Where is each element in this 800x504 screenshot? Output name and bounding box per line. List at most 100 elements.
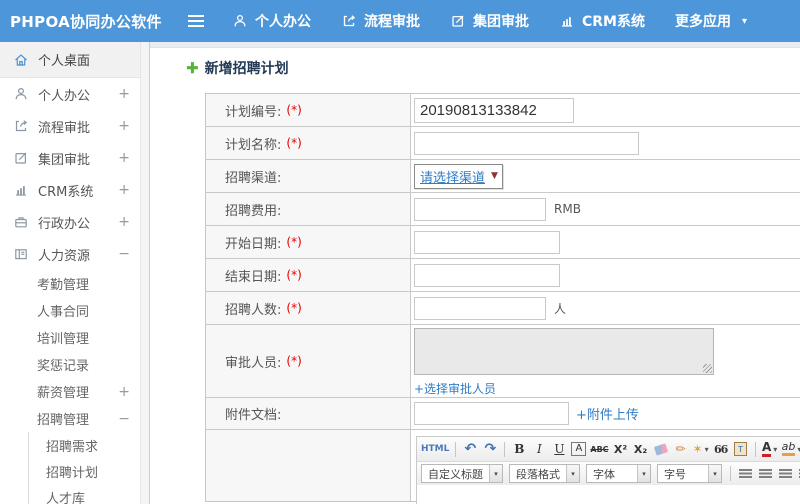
field-value-cell: 请选择渠道 ▼ — [411, 160, 800, 192]
end-date-input[interactable] — [414, 263, 560, 287]
hr-submenu: 考勤管理 人事合同 培训管理 奖惩记录 薪资管理 + 招聘管理 − 招聘需求 招… — [0, 270, 149, 504]
add-plus-icon: ✚ — [186, 59, 199, 77]
italic-button[interactable]: I — [531, 440, 547, 458]
recruit-plan-form: 计划编号: (*) 计划名称: (*) 招聘渠道: 请选择 — [205, 93, 800, 504]
collapse-icon[interactable]: − — [118, 411, 130, 427]
edit-icon — [450, 13, 466, 29]
underline-button[interactable]: U — [551, 440, 567, 458]
channel-select[interactable]: 请选择渠道 ▼ — [414, 163, 503, 189]
start-date-input[interactable] — [414, 230, 560, 254]
expand-icon[interactable]: + — [118, 214, 130, 230]
auto-typeset-button[interactable]: ✶ ▾ — [693, 440, 709, 458]
sidebar-item-crm[interactable]: CRM系统 + — [0, 174, 149, 206]
approvers-textarea[interactable] — [414, 328, 714, 375]
sidebar-item-training[interactable]: 培训管理 — [0, 324, 149, 351]
expand-icon[interactable]: + — [118, 384, 130, 400]
select-approvers-link[interactable]: +选择审批人员 — [414, 380, 496, 397]
sidebar-item-group-approval[interactable]: 集团审批 + — [0, 142, 149, 174]
plan-number-input[interactable] — [414, 97, 574, 123]
headcount-input[interactable] — [414, 296, 546, 320]
source-code-button[interactable]: HTML — [421, 440, 449, 458]
subscript-button[interactable]: X₂ — [633, 440, 649, 458]
sidebar-item-salary[interactable]: 薪资管理 + — [0, 378, 149, 405]
field-label-cell: 计划编号: (*) — [206, 94, 411, 126]
sidebar-item-label: 招聘计划 — [46, 465, 99, 481]
attachment-input[interactable] — [414, 402, 569, 425]
expand-icon[interactable]: + — [118, 118, 130, 134]
redo-button[interactable]: ↷ — [482, 440, 498, 458]
sidebar-item-talent-pool[interactable]: 人才库 — [29, 484, 149, 504]
collapse-icon[interactable]: − — [118, 246, 130, 262]
field-value-cell: +附件上传 — [411, 398, 800, 429]
superscript-button[interactable]: X² — [613, 440, 629, 458]
editor-body[interactable] — [417, 485, 800, 504]
sidebar-item-recruit-demand[interactable]: 招聘需求 — [29, 432, 149, 458]
sidebar-item-admin-office[interactable]: 行政办公 + — [0, 206, 149, 238]
sidebar-item-rewards[interactable]: 奖惩记录 — [0, 351, 149, 378]
top-menu-label: 更多应用 — [675, 14, 731, 30]
select-caret-icon: ▼ — [491, 171, 498, 181]
page-title-bar: ✚ 新增招聘计划 — [150, 48, 800, 78]
user-icon — [13, 86, 30, 102]
sidebar-item-personal-office[interactable]: 个人办公 + — [0, 78, 149, 110]
hamburger-menu-icon[interactable] — [188, 15, 204, 27]
highlight-color-button[interactable]: ab ▾ — [781, 440, 800, 458]
field-label: 计划名称: — [225, 137, 282, 153]
sidebar-item-workflow-approval[interactable]: 流程审批 + — [0, 110, 149, 142]
format-brush-button[interactable]: ✏ — [673, 440, 689, 458]
top-menu-workflow-approval[interactable]: 流程审批 — [341, 11, 420, 31]
remove-format-button[interactable]: A — [571, 442, 587, 456]
top-menu-personal-office[interactable]: 个人办公 — [232, 11, 311, 31]
strikethrough-button[interactable]: ABC — [590, 440, 608, 458]
sidebar-item-desktop[interactable]: 个人桌面 — [0, 42, 149, 78]
font-size-select[interactable]: 字号 ▾ — [657, 464, 722, 483]
eraser-button[interactable] — [653, 440, 669, 458]
align-center-button[interactable] — [757, 465, 773, 483]
sidebar-scrollbar[interactable] — [140, 42, 149, 504]
undo-button[interactable]: ↶ — [462, 440, 478, 458]
custom-heading-select[interactable]: 自定义标题 ▾ — [421, 464, 503, 483]
field-label: 开始日期: — [225, 236, 282, 252]
sidebar-item-label: 薪资管理 — [37, 386, 90, 401]
edit-icon — [13, 150, 30, 166]
required-mark: (*) — [286, 301, 302, 315]
paragraph-format-select[interactable]: 段落格式 ▾ — [509, 464, 580, 483]
sidebar-item-recruitment[interactable]: 招聘管理 − — [0, 405, 149, 432]
field-label: 计划编号: — [225, 104, 282, 120]
align-left-button[interactable] — [737, 465, 753, 483]
form-row-headcount: 招聘人数: (*) 人 — [206, 292, 800, 325]
form-row-plan-name: 计划名称: (*) — [206, 127, 800, 160]
font-size-value: 字号 — [664, 467, 686, 481]
paste-text-button[interactable]: T — [733, 440, 749, 458]
expand-icon[interactable]: + — [118, 150, 130, 166]
top-menu-more-apps[interactable]: 更多应用 ▾ — [675, 11, 747, 31]
upload-attachment-link[interactable]: +附件上传 — [576, 404, 639, 423]
field-label-cell: 招聘费用: — [206, 193, 411, 225]
field-label: 结束日期: — [225, 269, 282, 285]
sidebar-item-recruit-plan[interactable]: 招聘计划 — [29, 458, 149, 484]
sidebar-item-hr-contract[interactable]: 人事合同 — [0, 297, 149, 324]
blockquote-button[interactable]: 66 — [713, 440, 729, 458]
page-title: 新增招聘计划 — [204, 61, 289, 77]
form-row-approvers: 审批人员: (*) +选择审批人员 — [206, 325, 800, 398]
sidebar-item-label: 集团审批 — [38, 152, 91, 168]
expand-icon[interactable]: + — [118, 86, 130, 102]
font-family-select[interactable]: 字体 ▾ — [586, 464, 651, 483]
field-label-cell — [206, 430, 411, 501]
field-value-cell: 人 — [411, 292, 800, 324]
expand-icon[interactable]: + — [118, 182, 130, 198]
editor-toolbar-row-1: HTML ↶ ↷ B I U A ABC X² X₂ ✏ ✶ ▾ 66 T A … — [417, 437, 800, 461]
sidebar-item-attendance[interactable]: 考勤管理 — [0, 270, 149, 297]
user-icon — [232, 13, 248, 29]
sidebar-item-label: 考勤管理 — [37, 278, 90, 293]
plan-name-input[interactable] — [414, 131, 639, 155]
top-menu-label: 个人办公 — [255, 14, 311, 30]
bold-button[interactable]: B — [511, 440, 527, 458]
cost-input[interactable] — [414, 197, 546, 221]
top-menu-crm[interactable]: CRM系统 — [559, 11, 645, 31]
sidebar-item-hr[interactable]: 人力资源 − — [0, 238, 149, 270]
align-right-button[interactable] — [777, 465, 793, 483]
font-color-button[interactable]: A ▾ — [761, 440, 778, 458]
field-value-cell: +选择审批人员 — [411, 325, 800, 397]
top-menu-group-approval[interactable]: 集团审批 — [450, 11, 529, 31]
